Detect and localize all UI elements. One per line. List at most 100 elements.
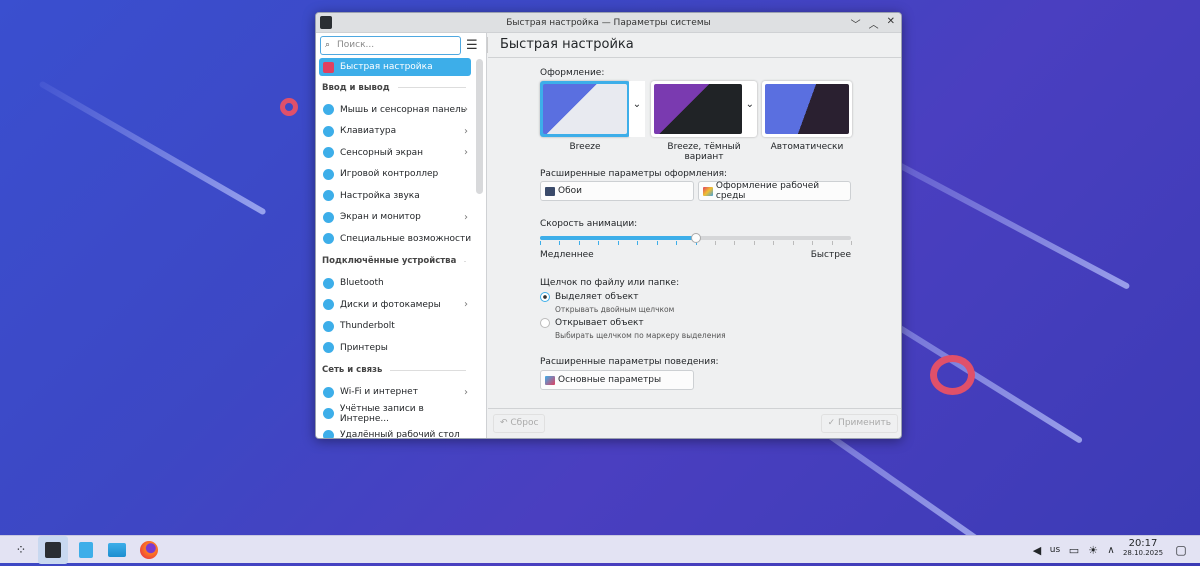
theme-name: Автоматически: [770, 142, 844, 152]
chevron-right-icon: ›: [464, 211, 468, 223]
sidebar-item[interactable]: Настройка звука: [316, 185, 474, 207]
clock[interactable]: 20:17 28.10.2025: [1120, 538, 1166, 557]
slider-tick: [812, 241, 814, 245]
sidebar: ⌕ Поиск... ☰ Быстрая настройка Ввод и выво…: [316, 33, 487, 438]
sidebar-item[interactable]: Bluetooth: [316, 273, 474, 295]
reset-button[interactable]: ↶ Сброс: [493, 414, 546, 433]
radio-checked[interactable]: [540, 292, 550, 302]
time: 20:17: [1128, 538, 1158, 549]
slider-tick: [637, 241, 639, 245]
task-system-settings[interactable]: [38, 536, 68, 564]
theme-breeze-dark[interactable]: ⌄: [651, 81, 757, 137]
advanced-behavior-label: Расширенные параметры поведения:: [540, 357, 719, 367]
slider-tick: [753, 241, 755, 245]
search-input[interactable]: ⌕ Поиск...: [320, 36, 461, 55]
theme-name: Breeze: [569, 142, 601, 152]
tray-expand-icon[interactable]: ∧: [1100, 539, 1122, 561]
file-manager-icon[interactable]: [106, 539, 128, 561]
settings-icon: [545, 375, 555, 385]
title-bar[interactable]: Быстрая настройка — Параметры системы ﹀ …: [316, 13, 901, 33]
general-settings-button[interactable]: Основные параметры: [540, 370, 694, 390]
sidebar-item[interactable]: Специальные возможности: [316, 228, 474, 250]
chevron-right-icon: ›: [464, 125, 468, 137]
sidebar-item[interactable]: Мышь и сенсорная панель ›: [316, 99, 474, 121]
item-icon: [323, 233, 334, 245]
item-icon: [323, 342, 334, 354]
item-icon: [323, 168, 334, 180]
slider-tick: [792, 241, 794, 245]
click-behavior-label: Щелчок по файлу или папке:: [540, 278, 680, 288]
chevron-right-icon: ›: [464, 104, 468, 116]
show-desktop-icon[interactable]: ▢: [1170, 539, 1192, 561]
settings-app-icon: [45, 542, 61, 558]
sidebar-item[interactable]: Wi-Fi и интернет ›: [316, 382, 474, 404]
sidebar-item[interactable]: Клавиатура ›: [316, 121, 474, 143]
wallpaper-icon: [545, 186, 555, 196]
date: 28.10.2025: [1122, 549, 1164, 557]
firefox-icon[interactable]: [138, 539, 160, 561]
app-launcher-icon[interactable]: ⁘: [10, 539, 32, 561]
hint: Открывать двойным щелчком: [555, 305, 675, 314]
apply-button[interactable]: ✓ Применить: [820, 414, 898, 433]
radio-unchecked[interactable]: [540, 318, 550, 328]
discover-icon[interactable]: [75, 539, 97, 561]
window-title: Быстрая настройка — Параметры системы: [506, 17, 711, 28]
page-title: Быстрая настройка: [488, 33, 901, 58]
radio-select-item[interactable]: Выделяет объект: [540, 292, 638, 302]
faster-label: Быстрее: [810, 250, 851, 260]
sidebar-item[interactable]: Принтеры: [316, 337, 474, 359]
item-icon: [323, 104, 334, 116]
workspace-theme-button[interactable]: Оформление рабочей среды: [698, 181, 851, 201]
slider-tick: [851, 241, 852, 245]
slider-tick: [598, 241, 600, 245]
theme-automatic[interactable]: [762, 81, 852, 137]
maximize-button[interactable]: ︿: [869, 16, 879, 31]
item-icon: [323, 211, 334, 223]
appearance-label: Оформление:: [540, 68, 605, 78]
wallpaper-ring: [280, 98, 298, 116]
chevron-right-icon: ›: [464, 386, 468, 398]
sidebar-item[interactable]: Диски и фотокамеры ›: [316, 294, 474, 316]
radio-open-item[interactable]: Открывает объект: [540, 318, 644, 328]
close-button[interactable]: ✕: [887, 16, 895, 31]
sidebar-category: Подключённые устройства: [316, 250, 474, 273]
slider-tick: [540, 241, 541, 245]
hamburger-menu-icon[interactable]: ☰: [466, 38, 478, 53]
chevron-right-icon: ›: [464, 147, 468, 159]
item-icon: [323, 299, 334, 311]
wallpaper-streak: [38, 80, 267, 216]
slider-tick: [617, 241, 619, 245]
sidebar-item[interactable]: Удалённый рабочий стол: [316, 425, 474, 438]
slider-tick: [656, 241, 658, 245]
slider-tick: [676, 241, 678, 245]
animation-speed-slider[interactable]: [540, 233, 852, 247]
wallpaper-button[interactable]: Обои: [540, 181, 694, 201]
sidebar-item[interactable]: Сенсорный экран ›: [316, 142, 474, 164]
settings-window: Быстрая настройка — Параметры системы ﹀ …: [315, 12, 902, 439]
slider-tick: [734, 241, 736, 245]
theme-icon: [703, 186, 713, 196]
minimize-button[interactable]: ﹀: [851, 16, 861, 31]
sidebar-item[interactable]: Экран и монитор ›: [316, 207, 474, 229]
advanced-appearance-label: Расширенные параметры оформления:: [540, 169, 728, 179]
animation-label: Скорость анимации:: [540, 219, 638, 229]
theme-breeze[interactable]: [540, 81, 630, 137]
theme-name: Breeze, тёмный вариант: [667, 142, 741, 162]
item-icon: [323, 190, 334, 202]
slider-tick: [559, 241, 561, 245]
item-icon: [323, 277, 334, 289]
slider-tick: [578, 241, 580, 245]
item-icon: [323, 408, 334, 420]
sidebar-item[interactable]: Игровой контроллер: [316, 164, 474, 186]
hint: Выбирать щелчком по маркеру выделения: [555, 331, 726, 340]
breeze-variant-dropdown[interactable]: ⌄: [629, 81, 645, 137]
sidebar-item-quick-settings[interactable]: Быстрая настройка: [319, 58, 471, 76]
chevron-right-icon: ›: [464, 299, 468, 311]
sidebar-item[interactable]: Учётные записи в Интерне...: [316, 403, 474, 425]
sidebar-scrollbar[interactable]: [476, 59, 483, 194]
sidebar-item[interactable]: Thunderbolt: [316, 316, 474, 338]
slider-handle[interactable]: [690, 233, 701, 243]
item-icon: [323, 320, 334, 332]
item-icon: [323, 147, 334, 159]
slider-tick: [831, 241, 833, 245]
